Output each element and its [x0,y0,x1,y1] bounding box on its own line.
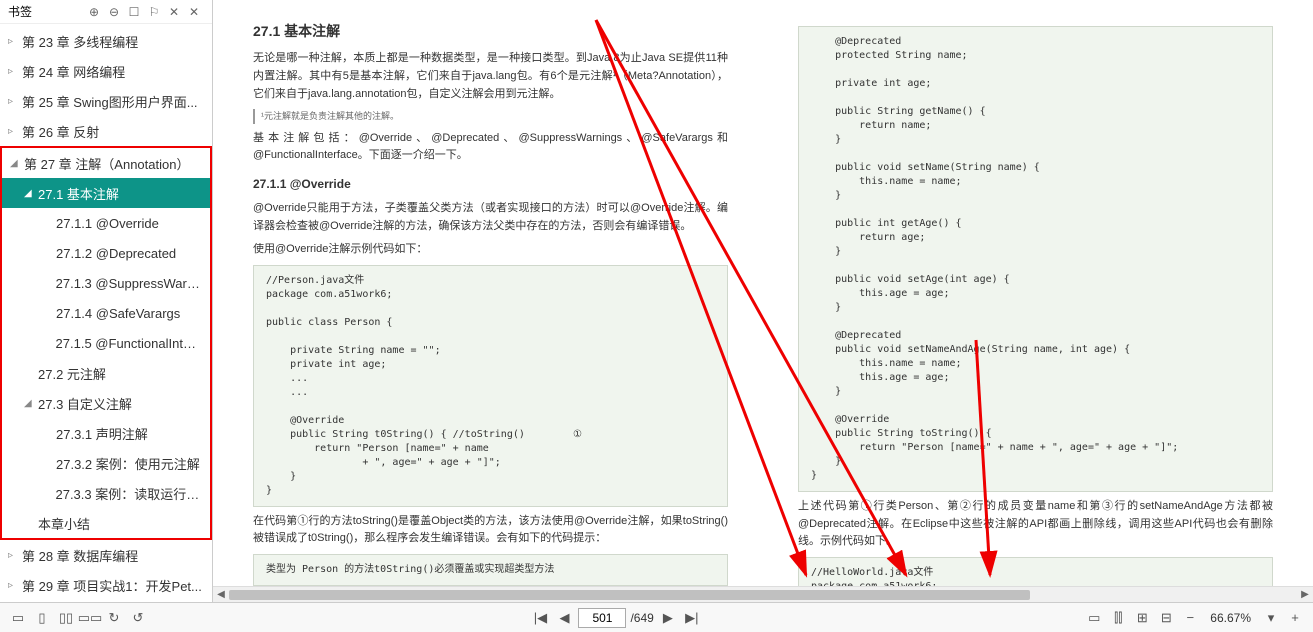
bookmark-item[interactable]: ◢ 第 27 章 注解（Annotation） [2,148,210,178]
zoom-dropdown-icon[interactable]: ▾ [1261,608,1281,628]
bookmark-item[interactable]: 本章小结 [2,508,210,538]
bookmark-label: 27.1.4 @SafeVarargs [56,306,180,321]
chevron-icon: ▹ [8,126,18,137]
bookmark-label: 27.2 元注解 [38,364,106,383]
expand-icon[interactable]: ⊕ [86,4,102,20]
bookmark-label: 27.1.2 @Deprecated [56,246,176,261]
bookmark-label: 第 28 章 数据库编程 [22,546,138,565]
paragraph: 基本注解包括：@Override、@Deprecated、@SuppressWa… [253,130,728,165]
footer-toolbar: ▭ ▯ ▯▯ ▭▭ ↻ ↺ |◀ ◀ /649 ▶ ▶| ▭ ⫿⫿ ⊞ ⊟ − … [0,602,1313,632]
highlighted-section: ◢ 第 27 章 注解（Annotation） ◢ 27.1 基本注解 27.1.1 @… [0,146,212,540]
bookmark-label: 第 26 章 反射 [22,122,99,141]
flag-icon[interactable]: ⚐ [146,4,162,20]
bookmark-item[interactable]: ▹ 第 29 章 项目实战1：开发Pet... [0,570,212,600]
scroll-right-icon[interactable]: ▶ [1297,588,1313,602]
bookmark-label: 第 29 章 项目实战1：开发Pet... [22,576,202,595]
last-page-icon[interactable]: ▶| [682,608,702,628]
paragraph: 无论是哪一种注解，本质上都是一种数据类型，是一种接口类型。到Java 8为止Ja… [253,50,728,103]
bookmark-icon[interactable]: ☐ [126,4,142,20]
bookmark-item[interactable]: 27.1.2 @Deprecated [2,238,210,268]
bookmark-item[interactable]: ▹ 第 23 章 多线程编程 [0,26,212,56]
bookmark-item[interactable]: 27.2 元注解 [2,358,210,388]
bookmark-label: 本章小结 [38,514,90,533]
bookmark-item[interactable]: ▹ 第 24 章 网络编程 [0,56,212,86]
prev-page-icon[interactable]: ◀ [554,608,574,628]
page-number-input[interactable] [578,608,626,628]
bookmark-item[interactable]: ▹ 第 25 章 Swing图形用户界面... [0,86,212,116]
layout3-icon[interactable]: ⊞ [1132,608,1152,628]
bookmark-item[interactable]: ▹ 第 26 章 反射 [0,116,212,146]
zoom-level: 66.67% [1210,611,1251,625]
bookmark-label: 27.3.1 声明注解 [56,424,148,443]
bookmark-label: 第 25 章 Swing图形用户界面... [22,92,198,111]
bookmark-item[interactable]: ◢ 27.3 自定义注解 [2,388,210,418]
bookmark-label: 第 24 章 网络编程 [22,62,125,81]
bookmarks-sidebar: 书签 ⊕ ⊖ ☐ ⚐ ✕ ✕ ▹ 第 23 章 多线程编程 ▹ 第 24 章 网络编程… [0,0,213,602]
bookmark-label: 27.3.2 案例：使用元注解 [56,454,200,473]
bookmark-label: 27.1.3 @SuppressWarni... [56,276,202,291]
bookmark-label: 27.1.5 @FunctionalInterf... [56,336,202,351]
chevron-icon: ▹ [8,580,18,591]
scroll-left-icon[interactable]: ◀ [213,588,229,602]
chevron-icon: ▹ [8,66,18,77]
code-block: @Deprecated protected String name; priva… [798,26,1273,492]
sidebar-title: 书签 [8,3,84,20]
delete-icon[interactable]: ✕ [166,4,182,20]
page-left: 27.1 基本注解 无论是哪一种注解，本质上都是一种数据类型，是一种接口类型。到… [223,0,758,602]
rotate-ccw-icon[interactable]: ↺ [128,608,148,628]
horizontal-scrollbar[interactable]: ◀ ▶ [213,586,1313,602]
code-block: 类型为 Person 的方法t0String()必须覆盖或实现超类型方法 [253,554,728,586]
paragraph: 在代码第①行的方法toString()是覆盖Object类的方法，该方法使用@O… [253,513,728,548]
first-page-icon[interactable]: |◀ [530,608,550,628]
zoom-out-icon[interactable]: − [1180,608,1200,628]
paragraph: 使用@Override注解示例代码如下： [253,241,728,259]
page-right: @Deprecated protected String name; priva… [768,0,1303,602]
view-facing-icon[interactable]: ▯▯ [56,608,76,628]
next-page-icon[interactable]: ▶ [658,608,678,628]
rotate-icon[interactable]: ↻ [104,608,124,628]
bookmark-label: 27.3.3 案例：读取运行时... [55,484,202,503]
scroll-track[interactable] [229,588,1297,602]
paragraph: @Override只能用于方法，子类覆盖父类方法（或者实现接口的方法）时可以@O… [253,200,728,235]
bookmark-item[interactable]: 27.1.5 @FunctionalInterf... [2,328,210,358]
collapse-icon[interactable]: ⊖ [106,4,122,20]
close-icon[interactable]: ✕ [186,4,202,20]
view-continuous-icon[interactable]: ▯ [32,608,52,628]
sidebar-header: 书签 ⊕ ⊖ ☐ ⚐ ✕ ✕ [0,0,212,24]
view-single-icon[interactable]: ▭ [8,608,28,628]
chevron-icon: ▹ [8,96,18,107]
bookmark-label: 27.1 基本注解 [38,184,119,203]
bookmark-item[interactable]: 27.1.3 @SuppressWarni... [2,268,210,298]
view-book-icon[interactable]: ▭▭ [80,608,100,628]
bookmark-item[interactable]: ◢ 27.1 基本注解 [2,178,210,208]
bookmark-label: 27.1.1 @Override [56,216,159,231]
content-area: 27.1 基本注解 无论是哪一种注解，本质上都是一种数据类型，是一种接口类型。到… [213,0,1313,602]
layout2-icon[interactable]: ⫿⫿ [1108,608,1128,628]
chevron-icon: ◢ [24,398,34,409]
bookmark-item[interactable]: 27.1.1 @Override [2,208,210,238]
bookmark-label: 27.3 自定义注解 [38,394,132,413]
zoom-in-icon[interactable]: + [1285,608,1305,628]
chevron-icon: ◢ [24,188,34,199]
bookmark-label: 第 23 章 多线程编程 [22,32,138,51]
bookmark-label: 第 27 章 注解（Annotation） [24,154,189,173]
bookmark-tree: ▹ 第 23 章 多线程编程 ▹ 第 24 章 网络编程 ▹ 第 25 章 Swing图形… [0,24,212,602]
subsection-title: 27.1.1 @Override [253,175,728,194]
footnote: ¹元注解就是负责注解其他的注解。 [253,109,728,123]
bookmark-item[interactable]: 27.3.1 声明注解 [2,418,210,448]
page-total: /649 [630,611,653,625]
bookmark-item[interactable]: 27.1.4 @SafeVarargs [2,298,210,328]
chevron-icon: ▹ [8,36,18,47]
code-block: //Person.java文件 package com.a51work6; pu… [253,265,728,507]
chevron-icon: ◢ [10,158,20,169]
scroll-thumb[interactable] [229,590,1030,600]
layout4-icon[interactable]: ⊟ [1156,608,1176,628]
paragraph: 上述代码第①行类Person、第②行的成员变量name和第③行的setNameA… [798,498,1273,551]
bookmark-item[interactable]: ▹ 第 28 章 数据库编程 [0,540,212,570]
layout1-icon[interactable]: ▭ [1084,608,1104,628]
bookmark-item[interactable]: 27.3.2 案例：使用元注解 [2,448,210,478]
bookmark-item[interactable]: 27.3.3 案例：读取运行时... [2,478,210,508]
chevron-icon: ▹ [8,550,18,561]
section-title: 27.1 基本注解 [253,20,728,42]
